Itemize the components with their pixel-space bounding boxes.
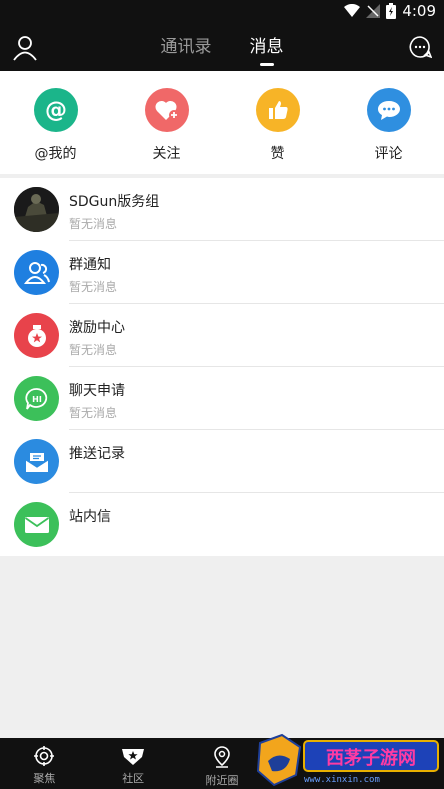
item-title: 站内信 bbox=[69, 509, 111, 525]
push-record-icon bbox=[14, 439, 59, 484]
chat-request-icon: HI bbox=[14, 376, 59, 421]
quick-action-label: 关注 bbox=[152, 146, 181, 162]
quick-actions-row: @ @我的 关注 赞 评论 bbox=[0, 71, 444, 174]
active-tab-indicator bbox=[259, 63, 274, 66]
status-time: 4:09 bbox=[402, 2, 436, 20]
quick-action-mentions[interactable]: @ @我的 bbox=[0, 71, 111, 174]
nav-community[interactable]: 社区 bbox=[89, 738, 178, 789]
list-item[interactable]: 推送记录 bbox=[0, 430, 444, 493]
group-notice-icon bbox=[14, 250, 59, 295]
item-subtitle: 暂无消息 bbox=[69, 343, 118, 357]
item-title: 激励中心 bbox=[69, 320, 125, 336]
tab-contacts[interactable]: 通讯录 bbox=[161, 24, 212, 71]
nav-label: 聚焦 bbox=[33, 772, 56, 785]
svg-text:西茅子游网: 西茅子游网 bbox=[326, 747, 416, 769]
quick-action-comments[interactable]: 评论 bbox=[333, 71, 444, 174]
group-photo-avatar bbox=[14, 187, 59, 232]
community-icon bbox=[122, 749, 145, 765]
item-subtitle: 暂无消息 bbox=[69, 406, 118, 420]
watermark-logo: 西茅子游网 www.xinxin.com bbox=[252, 733, 442, 789]
tab-messages-label: 消息 bbox=[249, 37, 284, 57]
watermark-site: www.xinxin.com bbox=[304, 775, 380, 785]
item-title: 群通知 bbox=[69, 257, 111, 273]
quick-action-follow[interactable]: 关注 bbox=[111, 71, 222, 174]
header-tabs: 通讯录 消息 bbox=[0, 24, 444, 71]
item-title: SDGun版务组 bbox=[69, 194, 160, 210]
svg-text:HI: HI bbox=[32, 395, 42, 404]
user-profile-icon[interactable] bbox=[12, 35, 38, 61]
mail-icon bbox=[14, 502, 59, 547]
reward-center-icon bbox=[14, 313, 59, 358]
item-subtitle: 暂无消息 bbox=[69, 280, 118, 294]
top-bar: 通讯录 消息 bbox=[0, 24, 444, 71]
status-icons: 4:09 bbox=[344, 2, 436, 20]
item-subtitle: 暂无消息 bbox=[69, 217, 118, 231]
heart-plus-icon bbox=[144, 88, 189, 132]
svg-text:@: @ bbox=[45, 98, 67, 123]
message-list: SDGun版务组 暂无消息 群通知 暂无消息 激励中心 暂无消息 HI 聊天申请… bbox=[0, 178, 444, 556]
item-title: 推送记录 bbox=[69, 446, 125, 462]
list-item[interactable]: 群通知 暂无消息 bbox=[0, 241, 444, 304]
nav-label: 社区 bbox=[122, 772, 145, 785]
chat-bubble-icon[interactable] bbox=[408, 35, 432, 59]
status-bar: 4:09 bbox=[0, 0, 444, 24]
item-title: 聊天申请 bbox=[69, 383, 125, 399]
at-icon: @ bbox=[33, 88, 78, 132]
quick-action-label: @我的 bbox=[34, 146, 77, 162]
nav-focus[interactable]: 聚焦 bbox=[0, 738, 89, 789]
target-icon bbox=[34, 746, 55, 766]
tab-messages[interactable]: 消息 bbox=[250, 24, 284, 71]
list-item[interactable]: HI 聊天申请 暂无消息 bbox=[0, 367, 444, 430]
battery-icon bbox=[386, 3, 397, 19]
comment-icon bbox=[366, 88, 411, 132]
quick-action-label: 评论 bbox=[374, 146, 403, 162]
tab-contacts-label: 通讯录 bbox=[160, 37, 212, 57]
list-item[interactable]: 激励中心 暂无消息 bbox=[0, 304, 444, 367]
thumbs-up-icon bbox=[255, 88, 300, 132]
quick-action-likes[interactable]: 赞 bbox=[222, 71, 333, 174]
location-icon bbox=[214, 746, 230, 768]
no-signal-icon bbox=[366, 4, 381, 18]
quick-action-label: 赞 bbox=[270, 146, 285, 162]
wifi-icon bbox=[344, 4, 361, 17]
list-item[interactable]: 站内信 bbox=[0, 493, 444, 556]
list-item[interactable]: SDGun版务组 暂无消息 bbox=[0, 178, 444, 241]
nav-label: 附近圈 bbox=[205, 774, 239, 787]
